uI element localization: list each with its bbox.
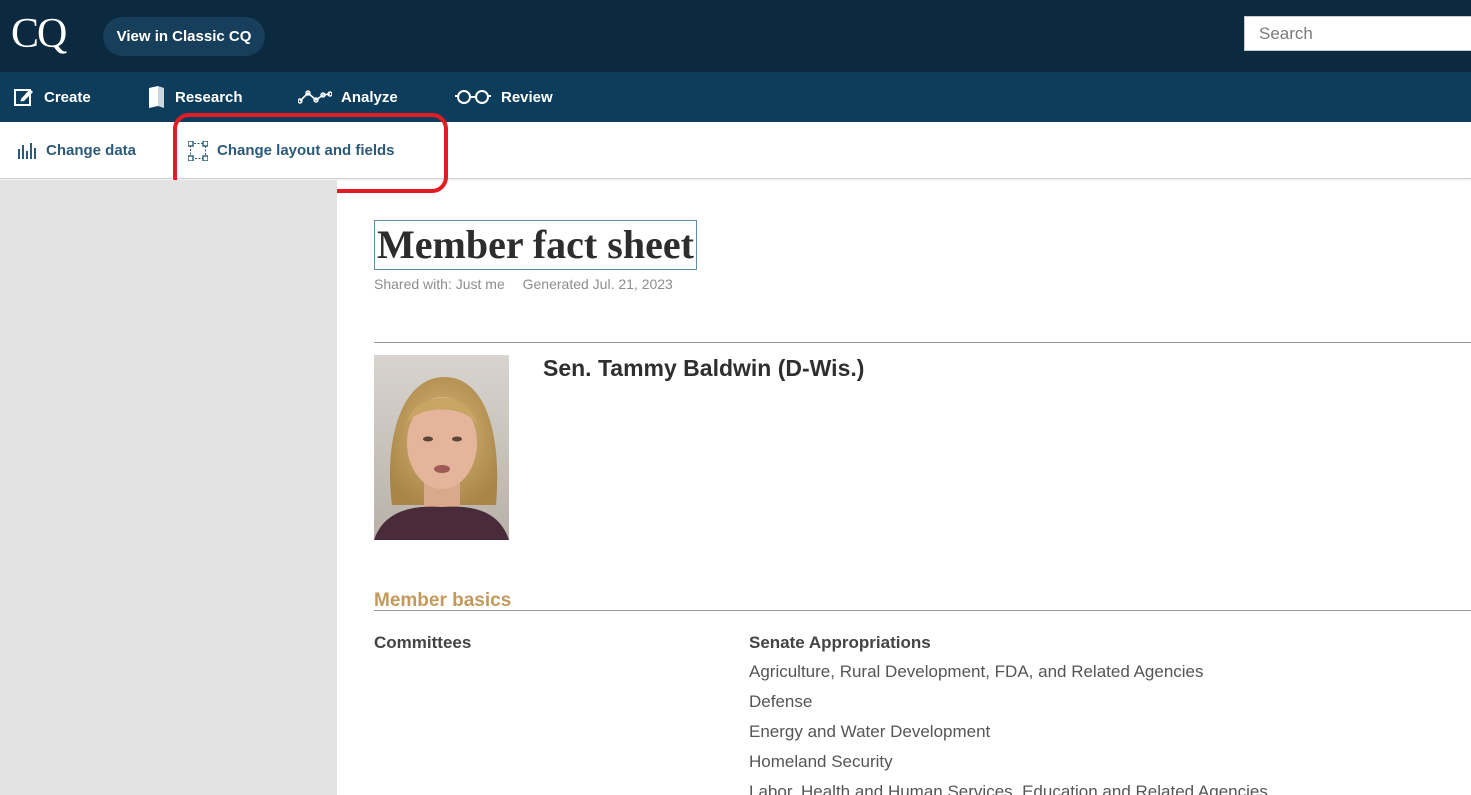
trend-line-icon [298, 90, 332, 104]
list-item: Defense [749, 692, 813, 711]
change-layout-button[interactable]: Change layout and fields [188, 122, 395, 179]
list-item: Agriculture, Rural Development, FDA, and… [749, 662, 1204, 681]
view-in-classic-cq-button[interactable]: View in Classic CQ [103, 17, 265, 56]
bar-chart-icon [18, 142, 36, 159]
nav-label: Research [175, 88, 243, 106]
nav-label: Analyze [341, 88, 398, 106]
cq-logo[interactable]: CQ [11, 10, 67, 58]
divider [374, 342, 1471, 343]
change-data-label: Change data [46, 142, 137, 159]
nav-item-analyze[interactable]: Analyze [298, 72, 398, 122]
nav-item-create[interactable]: Create [13, 72, 91, 122]
book-icon [149, 86, 164, 108]
left-panel [0, 180, 337, 795]
member-photo [374, 355, 509, 540]
main-nav: Create Research Analyze Review [0, 72, 1471, 122]
nav-label: Review [501, 88, 553, 106]
committee-name: Senate Appropriations [749, 633, 931, 652]
top-bar: CQ View in Classic CQ [0, 0, 1471, 72]
list-item: Labor, Health and Human Services, Educat… [749, 782, 1268, 795]
layout-frame-icon [188, 140, 208, 161]
divider [374, 610, 1471, 611]
report-content: Member fact sheet Shared with: Just me G… [374, 180, 1471, 795]
subcommittee-list: Agriculture, Rural Development, FDA, and… [749, 661, 1268, 795]
report-meta: Shared with: Just me Generated Jul. 21, … [374, 276, 673, 292]
change-layout-label: Change layout and fields [217, 142, 395, 159]
list-item: Homeland Security [749, 752, 893, 771]
change-data-button[interactable]: Change data [18, 122, 136, 179]
edit-icon [14, 89, 33, 106]
report-title[interactable]: Member fact sheet [374, 220, 697, 270]
member-name: Sen. Tammy Baldwin (D-Wis.) [543, 355, 865, 381]
section-title-member-basics: Member basics [374, 590, 512, 611]
report-toolbar: Change data Change layout and fields [0, 122, 1471, 179]
list-item: Energy and Water Development [749, 722, 991, 741]
nav-label: Create [44, 88, 91, 106]
glasses-icon [455, 90, 491, 104]
committees-label: Committees [374, 633, 472, 652]
shared-with: Shared with: Just me [374, 276, 505, 292]
nav-item-research[interactable]: Research [148, 72, 243, 122]
generated-date: Generated Jul. 21, 2023 [522, 276, 673, 292]
nav-item-review[interactable]: Review [454, 72, 553, 122]
search-input[interactable] [1244, 16, 1471, 51]
